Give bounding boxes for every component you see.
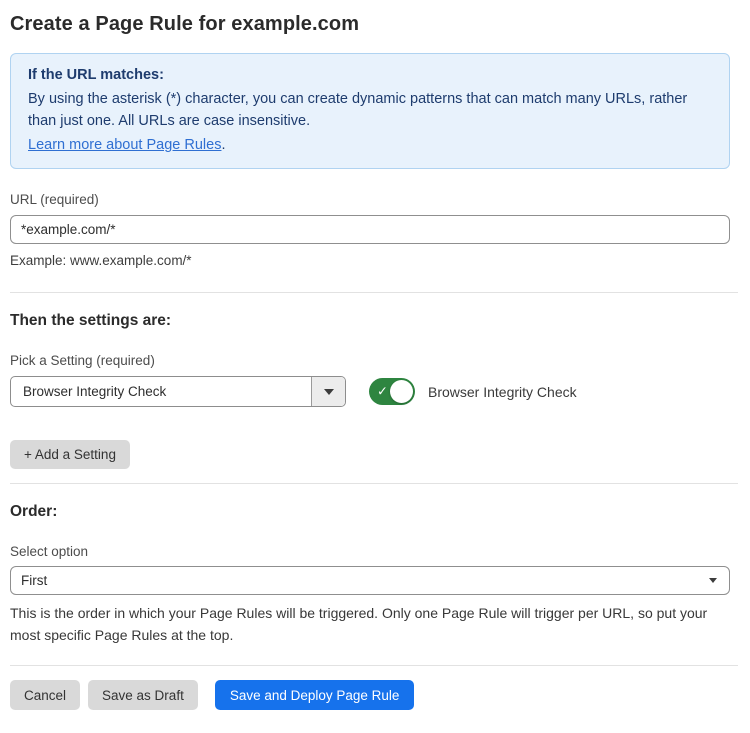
setting-dropdown-value: Browser Integrity Check bbox=[11, 377, 311, 406]
toggle-label: Browser Integrity Check bbox=[428, 384, 577, 400]
info-box-link-line: Learn more about Page Rules. bbox=[28, 134, 712, 156]
url-label: URL (required) bbox=[10, 192, 738, 207]
link-suffix: . bbox=[221, 137, 225, 153]
url-match-info-box: If the URL matches: By using the asteris… bbox=[10, 53, 730, 169]
chevron-down-icon bbox=[709, 578, 717, 583]
page-rule-form: Create a Page Rule for example.com If th… bbox=[10, 13, 738, 710]
cancel-button[interactable]: Cancel bbox=[10, 680, 80, 710]
footer-actions: Cancel Save as Draft Save and Deploy Pag… bbox=[10, 680, 738, 710]
setting-controls-row: Browser Integrity Check ✓ Browser Integr… bbox=[10, 376, 738, 407]
url-example-hint: Example: www.example.com/* bbox=[10, 253, 738, 268]
learn-more-link[interactable]: Learn more about Page Rules bbox=[28, 137, 221, 153]
divider bbox=[10, 292, 738, 293]
save-as-draft-button[interactable]: Save as Draft bbox=[88, 680, 198, 710]
divider bbox=[10, 665, 738, 666]
toggle-knob bbox=[390, 380, 413, 403]
pick-setting-label: Pick a Setting (required) bbox=[10, 353, 738, 368]
info-box-heading: If the URL matches: bbox=[28, 64, 712, 86]
divider bbox=[10, 483, 738, 484]
info-box-body-text: By using the asterisk (*) character, you… bbox=[28, 91, 687, 129]
url-input[interactable] bbox=[10, 215, 730, 244]
save-and-deploy-button[interactable]: Save and Deploy Page Rule bbox=[215, 680, 415, 710]
order-select-value: First bbox=[21, 573, 47, 588]
order-select[interactable]: First bbox=[10, 566, 730, 595]
check-icon: ✓ bbox=[377, 383, 388, 399]
settings-section-heading: Then the settings are: bbox=[10, 312, 738, 330]
order-help-text: This is the order in which your Page Rul… bbox=[10, 602, 734, 646]
setting-dropdown-arrow-button[interactable] bbox=[311, 377, 345, 406]
setting-dropdown[interactable]: Browser Integrity Check bbox=[10, 376, 346, 407]
browser-integrity-check-toggle[interactable]: ✓ bbox=[369, 378, 415, 405]
info-box-body: By using the asterisk (*) character, you… bbox=[28, 88, 712, 132]
add-setting-button[interactable]: + Add a Setting bbox=[10, 440, 130, 469]
order-section-heading: Order: bbox=[10, 503, 738, 521]
page-title: Create a Page Rule for example.com bbox=[10, 13, 738, 36]
chevron-down-icon bbox=[324, 389, 334, 395]
order-select-label: Select option bbox=[10, 544, 738, 559]
